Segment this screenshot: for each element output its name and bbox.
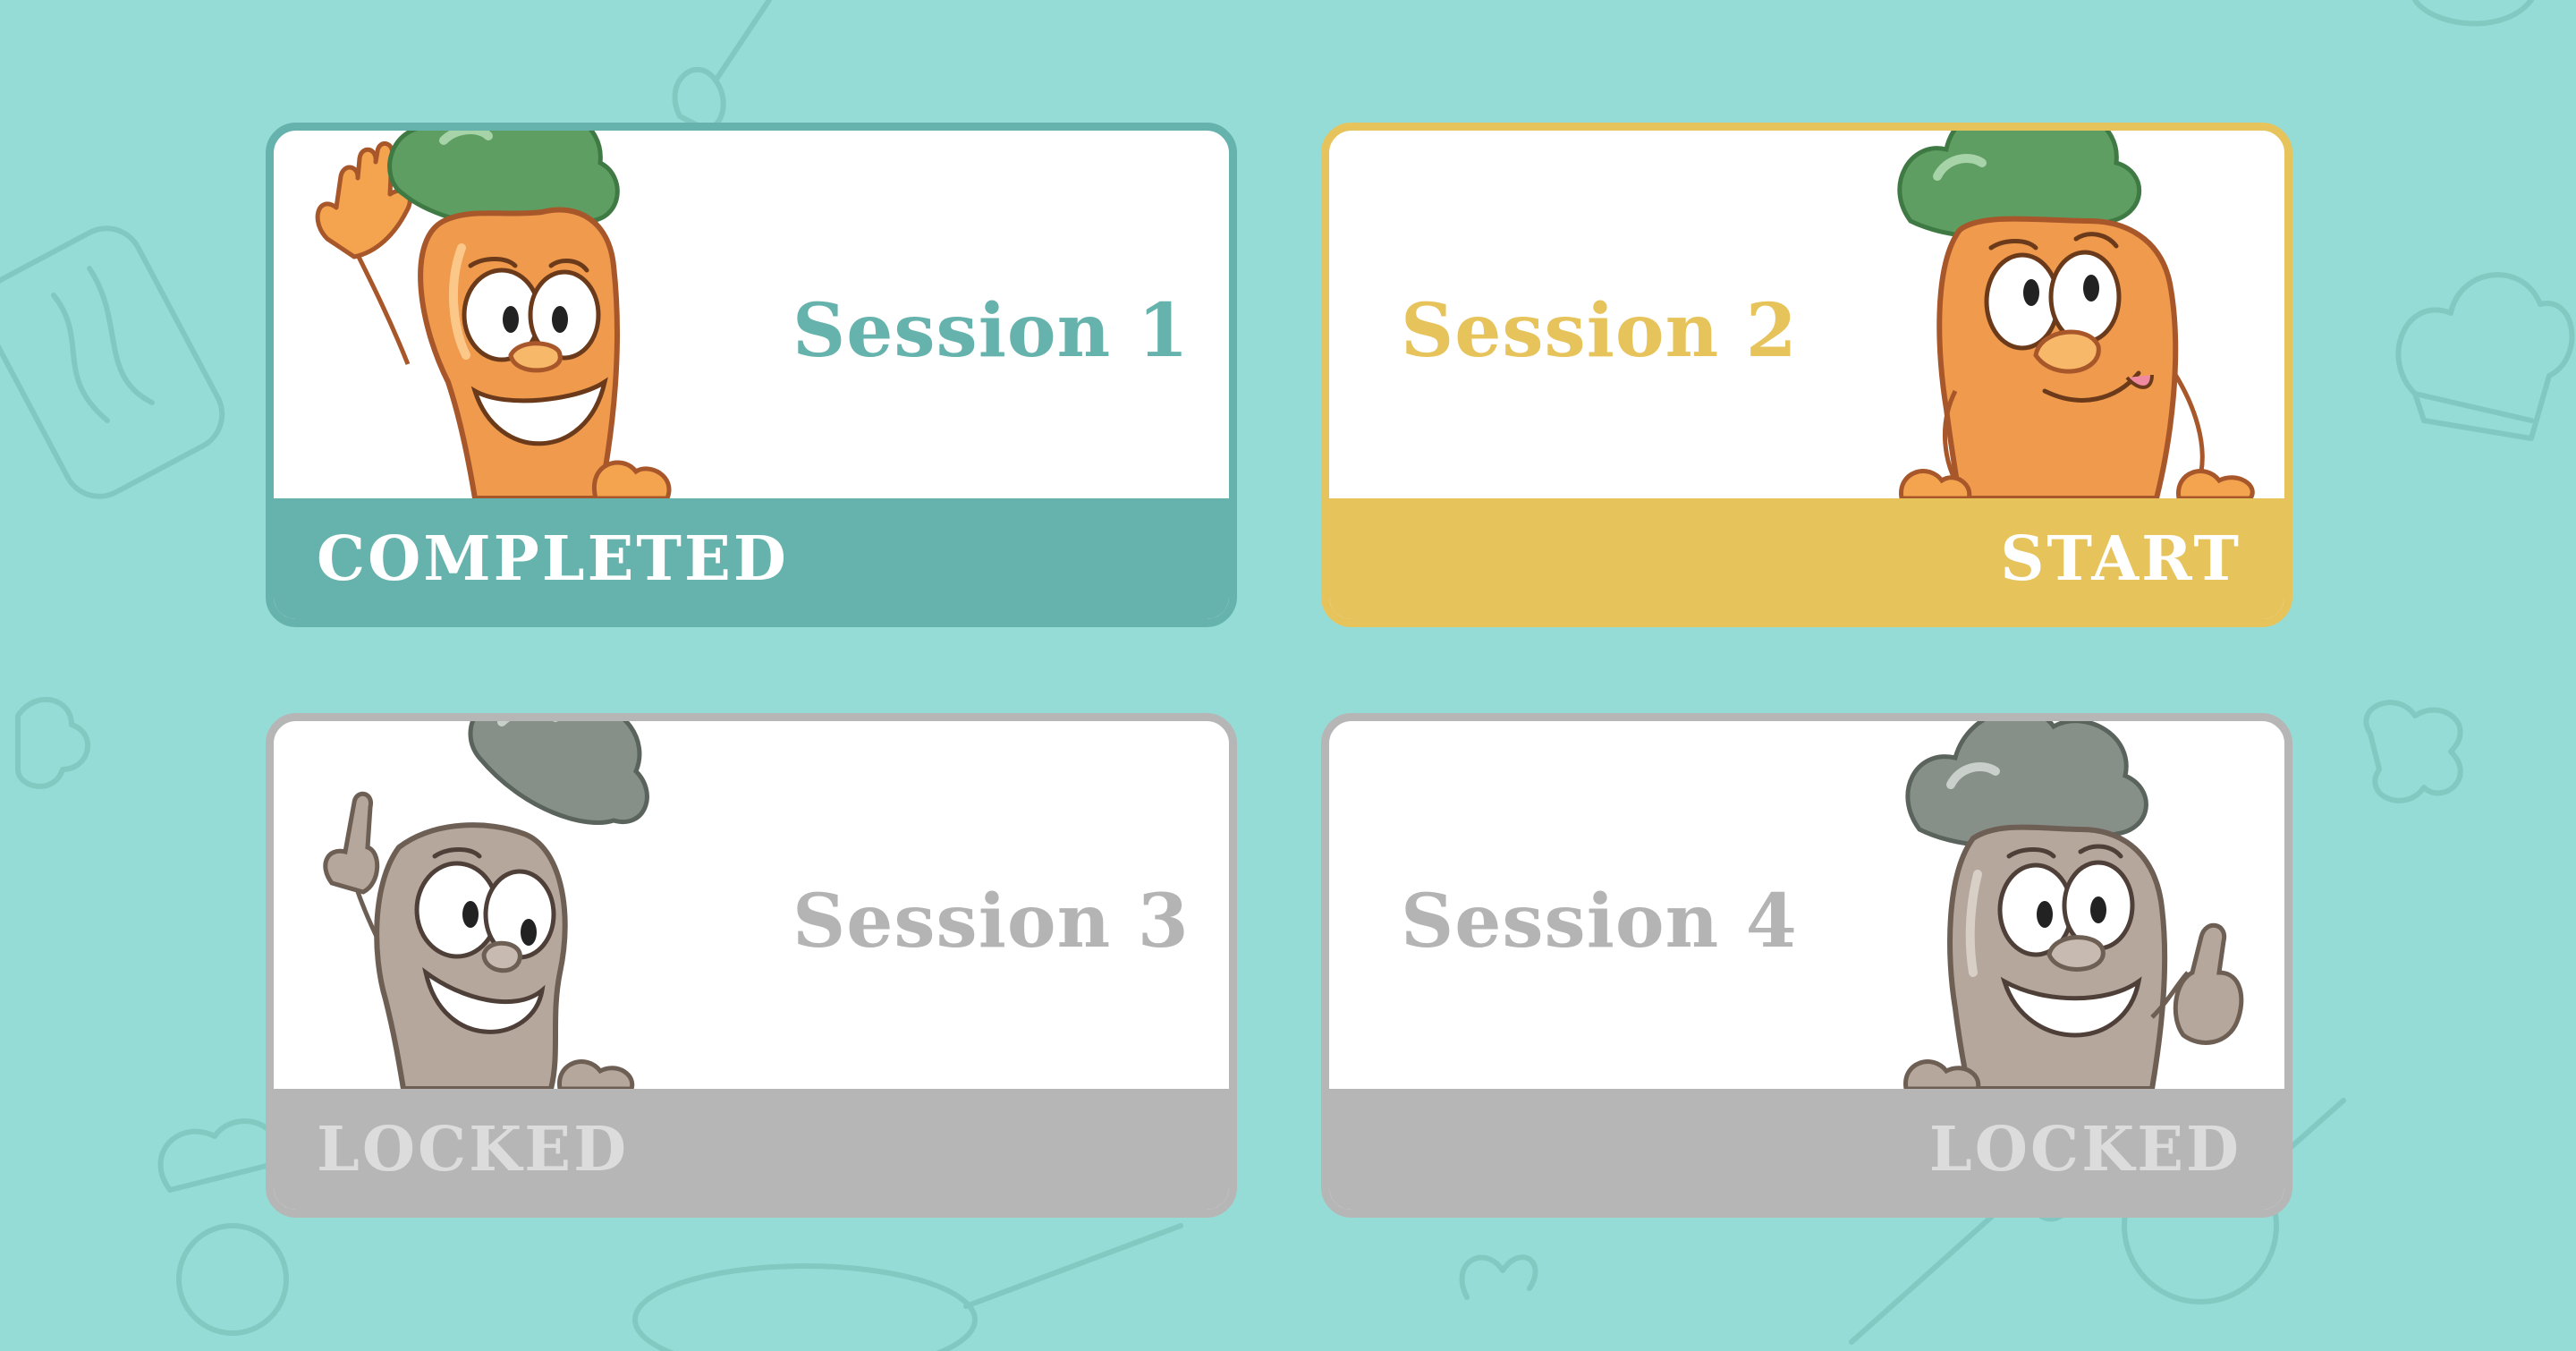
status-label: START (2000, 523, 2241, 595)
session-card-3: Session 3 LOCKED (266, 713, 1237, 1218)
chef-hat-icon (2395, 272, 2575, 441)
status-label: LOCKED (317, 1113, 630, 1185)
carrot-pointing-icon (323, 721, 649, 1089)
session-card-1[interactable]: Session 1 COMPLETED (266, 123, 1237, 627)
leaf-sprig-icon (1459, 1254, 1538, 1300)
session-card-2[interactable]: Session 2 START (1321, 123, 2292, 627)
session-status-bar: LOCKED (274, 1089, 1229, 1210)
cutting-board-icon (0, 225, 225, 499)
status-label: LOCKED (1928, 1113, 2241, 1185)
session-title: Session 1 (792, 288, 1190, 374)
session-title: Session 3 (792, 879, 1190, 964)
frying-pan-icon (632, 1223, 1183, 1351)
carrot-thinking-icon (1897, 131, 2255, 498)
session-title: Session 4 (1401, 879, 1798, 964)
session-status-bar: LOCKED (1329, 1089, 2284, 1210)
splat-left-icon (15, 697, 90, 789)
session-title: Session 2 (1401, 288, 1798, 374)
status-label: COMPLETED (317, 523, 789, 595)
splat-icon (2363, 700, 2463, 803)
spoon-icon (672, 0, 772, 132)
session-card-4: Session 4 LOCKED (1321, 713, 2292, 1218)
start-button[interactable]: START (1329, 498, 2284, 619)
session-status-bar[interactable]: COMPLETED (274, 498, 1229, 619)
carrot-waving-icon (315, 131, 672, 498)
carrot-thumbs-up-icon (1903, 721, 2244, 1089)
pot-top-right-icon (2412, 0, 2534, 27)
